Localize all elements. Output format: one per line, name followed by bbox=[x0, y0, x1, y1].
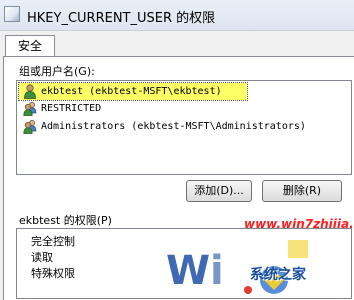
list-item-label: RESTRICTED bbox=[41, 103, 102, 114]
list-item-restricted[interactable]: RESTRICTED bbox=[19, 100, 347, 117]
window-title: HKEY_CURRENT_USER 的权限 bbox=[27, 11, 216, 26]
list-item-label: ekbtest (ekbtest-MSFT\ekbtest) bbox=[41, 86, 222, 97]
watermark-site: 系统之家 bbox=[250, 267, 306, 283]
list-item-label: Administrators (ekbtest-MSFT\Administrat… bbox=[41, 121, 306, 132]
svg-text:i: i bbox=[210, 248, 224, 294]
group-icon bbox=[23, 102, 37, 116]
permission-special: 特殊权限 bbox=[31, 267, 75, 280]
permissions-label: ekbtest 的权限(P) bbox=[19, 214, 112, 227]
groups-label: 组或用户名(G): bbox=[19, 65, 95, 78]
permission-read: 读取 bbox=[31, 251, 53, 264]
svg-text:W: W bbox=[166, 248, 210, 294]
groups-list[interactable]: ekbtest (ekbtest-MSFT\ekbtest) RESTRICTE… bbox=[16, 80, 352, 175]
title-bar: HKEY_CURRENT_USER 的权限 bbox=[0, 0, 354, 31]
permission-full-control: 完全控制 bbox=[31, 235, 75, 248]
add-button[interactable]: 添加(D)... bbox=[186, 180, 252, 202]
tab-strip: 安全 bbox=[0, 30, 354, 57]
window-icon bbox=[4, 6, 20, 22]
list-item-ekbtest[interactable]: ekbtest (ekbtest-MSFT\ekbtest) bbox=[18, 82, 248, 101]
remove-button[interactable]: 删除(R) bbox=[262, 180, 342, 202]
group-icon bbox=[23, 120, 37, 134]
user-icon bbox=[24, 84, 36, 99]
list-item-administrators[interactable]: Administrators (ekbtest-MSFT\Administrat… bbox=[19, 118, 347, 135]
tab-security[interactable]: 安全 bbox=[5, 35, 55, 57]
